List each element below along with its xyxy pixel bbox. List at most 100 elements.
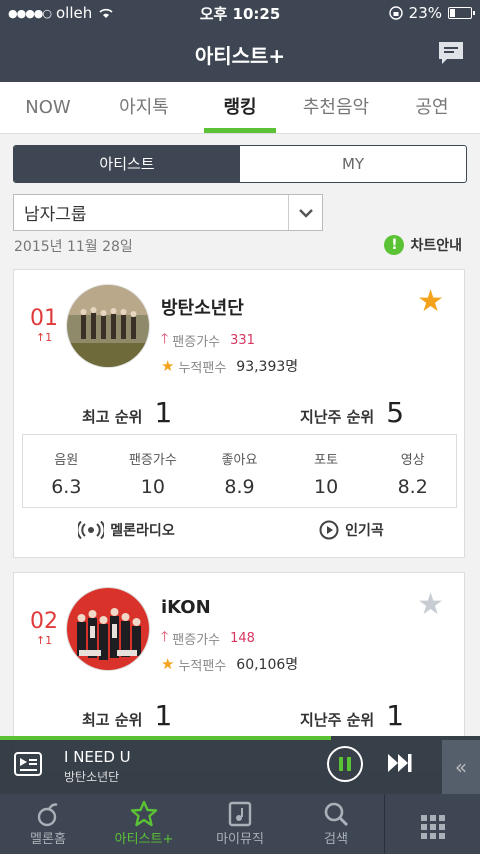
fan-increase-label: 팬증가수 — [172, 632, 221, 648]
favorite-star-icon[interactable]: ★ — [417, 587, 444, 622]
play-circle-icon — [319, 520, 339, 540]
best-rank: 최고 순위 1 — [82, 396, 172, 429]
star-icon: ★ — [161, 357, 175, 375]
chart-date: 2015년 11월 28일 — [14, 239, 133, 255]
last-week-label: 지난주 순위 — [300, 711, 375, 729]
carrier-label: olleh — [56, 4, 93, 22]
tab-now[interactable]: NOW — [0, 82, 96, 133]
score-cell: 좋아요 8.9 — [196, 435, 283, 507]
fan-increase-row: 🡑 팬증가수 331 — [161, 328, 298, 352]
segment-artist[interactable]: 아티스트 — [14, 146, 240, 182]
rank-number: 01 — [30, 306, 58, 331]
artist-name[interactable]: 방탄소년단 — [161, 294, 298, 320]
popular-songs-label: 인기곡 — [345, 523, 384, 539]
nav-artist-plus[interactable]: 아티스트+ — [96, 794, 192, 854]
battery-fill — [450, 9, 456, 17]
card-actions: 멜론라디오 인기곡 — [14, 520, 464, 540]
score-value: 10 — [313, 476, 339, 498]
mini-player[interactable]: I NEED U 방탄소년단 « — [0, 736, 480, 794]
best-rank-value: 1 — [154, 699, 173, 732]
arrow-up-icon: 🡑 — [161, 629, 169, 645]
total-fans-row: ★ 누적팬수 60,106명 — [161, 654, 298, 674]
fan-increase-value: 331 — [230, 332, 255, 348]
artist-photo[interactable] — [66, 587, 150, 671]
melon-home-icon — [0, 800, 96, 828]
pause-button[interactable] — [327, 746, 363, 782]
pause-bar — [339, 757, 343, 771]
category-select[interactable]: 남자그룹 — [13, 194, 323, 231]
favorite-star-icon[interactable]: ★ — [417, 284, 444, 319]
fan-increase-row: 🡑 팬증가수 148 — [161, 626, 298, 650]
best-rank-value: 1 — [154, 396, 173, 429]
star-icon: ★ — [161, 655, 175, 673]
now-playing-info[interactable]: I NEED U 방탄소년단 — [64, 748, 131, 785]
pause-bar — [347, 757, 351, 771]
tab-recommended-music[interactable]: 추천음악 — [288, 82, 384, 133]
popular-songs-button[interactable]: 인기곡 — [239, 520, 464, 540]
segment-my[interactable]: MY — [240, 146, 466, 182]
score-table: 음원 6.3 팬증가수 10 좋아요 8.9 포토 10 영상 8.2 — [22, 434, 457, 508]
chart-guide-button[interactable]: ! 차트안내 — [384, 235, 462, 255]
app-header: 아티스트+ — [0, 26, 480, 82]
artist-info: 방탄소년단 🡑 팬증가수 331 ★ 누적팬수 93,393명 — [161, 294, 298, 380]
nav-menu[interactable] — [384, 794, 480, 854]
tab-ajitalk[interactable]: 아지톡 — [96, 82, 192, 133]
rank-change-value: 1 — [45, 634, 53, 647]
nav-search[interactable]: 검색 — [288, 794, 384, 854]
rank-change: ↑1 — [35, 331, 53, 344]
nav-melon-home[interactable]: 멜론홈 — [0, 794, 96, 854]
score-label: 좋아요 — [221, 453, 258, 468]
star-icon — [96, 800, 192, 828]
battery-icon — [448, 7, 475, 19]
signal-icon: ●●●●○ — [8, 6, 52, 20]
wifi-icon — [99, 8, 113, 18]
melon-radio-label: 멜론라디오 — [110, 523, 175, 539]
score-cell: 음원 6.3 — [23, 435, 110, 507]
tab-ranking[interactable]: 랭킹 — [192, 82, 288, 133]
artist-info: iKON 🡑 팬증가수 148 ★ 누적팬수 60,106명 — [161, 597, 298, 678]
playback-progress[interactable] — [0, 736, 332, 740]
category-selected-value: 남자그룹 — [24, 205, 87, 225]
orientation-lock-icon — [388, 6, 403, 20]
total-fans-value: 60,106명 — [236, 657, 299, 673]
best-rank: 최고 순위 1 — [82, 699, 172, 732]
search-icon — [288, 800, 384, 828]
total-fans-value: 93,393명 — [236, 359, 299, 375]
nav-label: 마이뮤직 — [216, 832, 264, 847]
score-value: 8.9 — [224, 476, 255, 498]
rank-number: 02 — [30, 609, 58, 634]
last-week-value: 1 — [386, 699, 405, 732]
tab-concerts[interactable]: 공연 — [384, 82, 480, 133]
chevron-down-icon — [288, 195, 322, 230]
total-fans-label: 누적팬수 — [178, 658, 227, 674]
nav-label: 아티스트+ — [114, 832, 174, 847]
artist-rank-card[interactable]: 01 ↑1 방탄소년단 🡑 팬증가수 331 ★ 누적팬수 93,393명 ★ … — [13, 269, 465, 558]
best-rank-label: 최고 순위 — [82, 408, 143, 426]
my-music-icon — [192, 800, 288, 828]
nav-label: 멜론홈 — [30, 832, 66, 847]
chat-icon[interactable] — [436, 39, 466, 67]
nav-my-music[interactable]: 마이뮤직 — [192, 794, 288, 854]
bottom-nav: 멜론홈 아티스트+ 마이뮤직 검색 — [0, 794, 480, 854]
page-title: 아티스트+ — [194, 43, 286, 68]
total-fans-row: ★ 누적팬수 93,393명 — [161, 356, 298, 376]
last-week-rank: 지난주 순위 5 — [300, 396, 404, 429]
arrow-up-icon: 🡑 — [161, 331, 169, 347]
battery-percent: 23% — [408, 4, 442, 22]
chevron-left-icon[interactable]: « — [442, 740, 480, 794]
last-week-rank: 지난주 순위 1 — [300, 699, 404, 732]
score-cell: 영상 8.2 — [369, 435, 456, 507]
rank-change-value: 1 — [45, 331, 53, 344]
artist-name[interactable]: iKON — [161, 597, 298, 618]
artist-photo[interactable] — [66, 284, 150, 368]
playlist-icon[interactable] — [14, 751, 44, 777]
fan-increase-value: 148 — [230, 630, 255, 646]
melon-radio-button[interactable]: 멜론라디오 — [14, 520, 239, 540]
grid-menu-icon — [420, 815, 445, 839]
fan-increase-label: 팬증가수 — [172, 334, 221, 350]
rank-block: 02 ↑1 — [29, 609, 59, 647]
rank-block: 01 ↑1 — [29, 306, 59, 344]
status-bar: ●●●●○ olleh 오후 10:25 23% — [0, 0, 480, 26]
next-track-icon[interactable] — [386, 752, 414, 774]
total-fans-label: 누적팬수 — [178, 360, 227, 376]
